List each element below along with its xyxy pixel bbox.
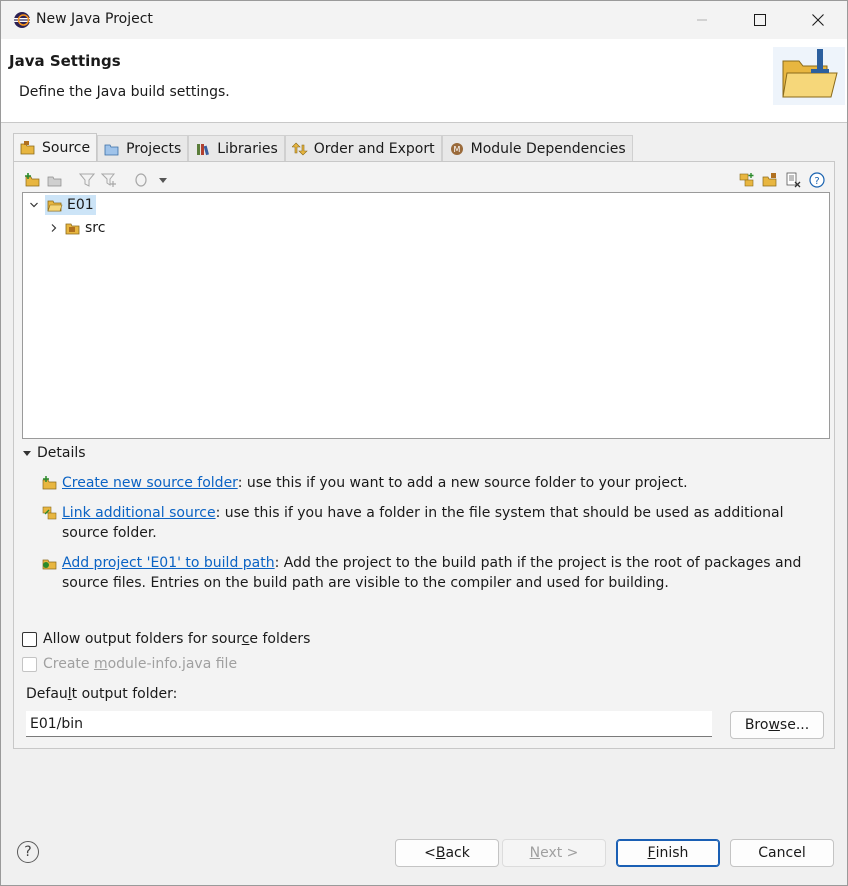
checkbox-label: Allow output folders for source folders (43, 631, 311, 647)
module-icon: M (450, 142, 463, 155)
tab-libraries[interactable]: Libraries (188, 135, 285, 161)
tab-source[interactable]: Source (13, 133, 98, 161)
browse-button[interactable]: Bro w se... (730, 711, 824, 739)
page-title: Java Settings (9, 52, 121, 70)
new-source-folder-icon (42, 476, 57, 490)
maximize-button[interactable] (731, 1, 789, 39)
checkbox-label: Create module-info.java file (43, 656, 238, 672)
source-folder-icon (65, 223, 80, 235)
filter-icon[interactable] (78, 171, 96, 189)
triangle-down-icon (23, 451, 31, 456)
svg-text:M: M (453, 145, 460, 154)
chevron-right-icon[interactable] (47, 221, 61, 235)
finish-button[interactable]: Finish (616, 839, 720, 867)
folder-wizard-icon (773, 47, 845, 105)
tree-node-label: src (85, 220, 106, 236)
project-folder-icon (47, 200, 63, 212)
detail-link-source: Link additional source: use this if you … (42, 503, 812, 543)
tab-order-export[interactable]: Order and Export (284, 135, 442, 161)
minimize-icon (697, 19, 707, 21)
tab-projects[interactable]: Projects (97, 135, 189, 161)
wizard-banner: Java Settings Define the Java build sett… (1, 39, 847, 123)
next-button: Next > (502, 839, 606, 867)
details-section-toggle[interactable]: Details (22, 445, 86, 461)
close-icon (812, 14, 824, 26)
link-folder-icon (42, 506, 57, 520)
allow-output-folders-checkbox[interactable] (22, 631, 37, 647)
tab-label: Projects (126, 140, 182, 157)
detail-create-folder: Create new source folder: use this if yo… (42, 473, 812, 493)
allow-output-folders-row[interactable]: Allow output folders for source folders (22, 631, 310, 647)
link-source-icon[interactable] (46, 171, 64, 189)
tree-node-selected[interactable]: E01 (45, 195, 96, 215)
libraries-icon (197, 143, 210, 155)
back-button[interactable]: < Back (395, 839, 499, 867)
tab-label: Libraries (217, 140, 278, 157)
chevron-down-icon[interactable] (154, 171, 172, 189)
add-project-build-path-link[interactable]: Add project 'E01' to build path (62, 555, 275, 571)
title-bar: New Java Project (1, 1, 847, 39)
tab-label: Module Dependencies (470, 140, 626, 157)
cancel-button[interactable]: Cancel (730, 839, 834, 867)
create-module-info-row: Create module-info.java file (22, 656, 237, 672)
svg-text:?: ? (814, 176, 819, 187)
link-additional-source-link[interactable]: Link additional source (62, 505, 216, 521)
remove-entry-icon[interactable] (784, 171, 802, 189)
tree-node[interactable]: src (65, 220, 105, 236)
tab-label: Source (42, 139, 91, 156)
window-title: New Java Project (36, 11, 153, 27)
help-button[interactable]: ? (17, 841, 39, 863)
details-heading: Details (37, 445, 86, 461)
source-tree[interactable]: E01 src (22, 192, 830, 439)
order-export-icon (291, 142, 308, 155)
tab-bar: Source Projects Libraries Order and Expo… (13, 133, 633, 161)
help-icon[interactable]: ? (808, 171, 826, 189)
filter-add-icon[interactable] (100, 171, 118, 189)
source-tab-panel: ? E01 src Details Create new source fold… (13, 161, 835, 749)
new-source-folder-icon[interactable] (738, 171, 756, 189)
close-button[interactable] (789, 1, 847, 39)
create-module-info-checkbox (22, 656, 37, 672)
add-to-build-path-icon (42, 559, 57, 570)
output-folder-icon[interactable] (132, 171, 150, 189)
maximize-icon (754, 14, 766, 26)
minimize-button[interactable] (673, 1, 731, 39)
default-output-field[interactable] (26, 711, 712, 737)
tree-node-label: E01 (67, 197, 94, 213)
tree-row-root[interactable]: E01 (27, 194, 96, 216)
default-output-label: Default output folder: (26, 686, 178, 702)
chevron-down-icon[interactable] (27, 198, 41, 212)
create-source-folder-link[interactable]: Create new source folder (62, 475, 238, 491)
dialog-window: New Java Project Java Settings Define th… (0, 0, 848, 886)
tab-module-dependencies[interactable]: M Module Dependencies (441, 135, 633, 161)
question-mark-icon: ? (24, 844, 32, 860)
add-package-icon[interactable] (761, 171, 779, 189)
tree-row-src[interactable]: src (47, 217, 105, 239)
page-description: Define the Java build settings. (19, 84, 230, 100)
tab-label: Order and Export (313, 140, 435, 157)
projects-icon (104, 144, 119, 155)
tree-toolbar: ? (22, 168, 828, 192)
eclipse-icon (14, 12, 30, 28)
detail-add-project: Add project 'E01' to build path: Add the… (42, 553, 812, 593)
source-folder-icon (20, 140, 35, 154)
detail-text: : use this if you want to add a new sour… (237, 475, 688, 491)
add-folder-icon[interactable] (24, 171, 42, 189)
